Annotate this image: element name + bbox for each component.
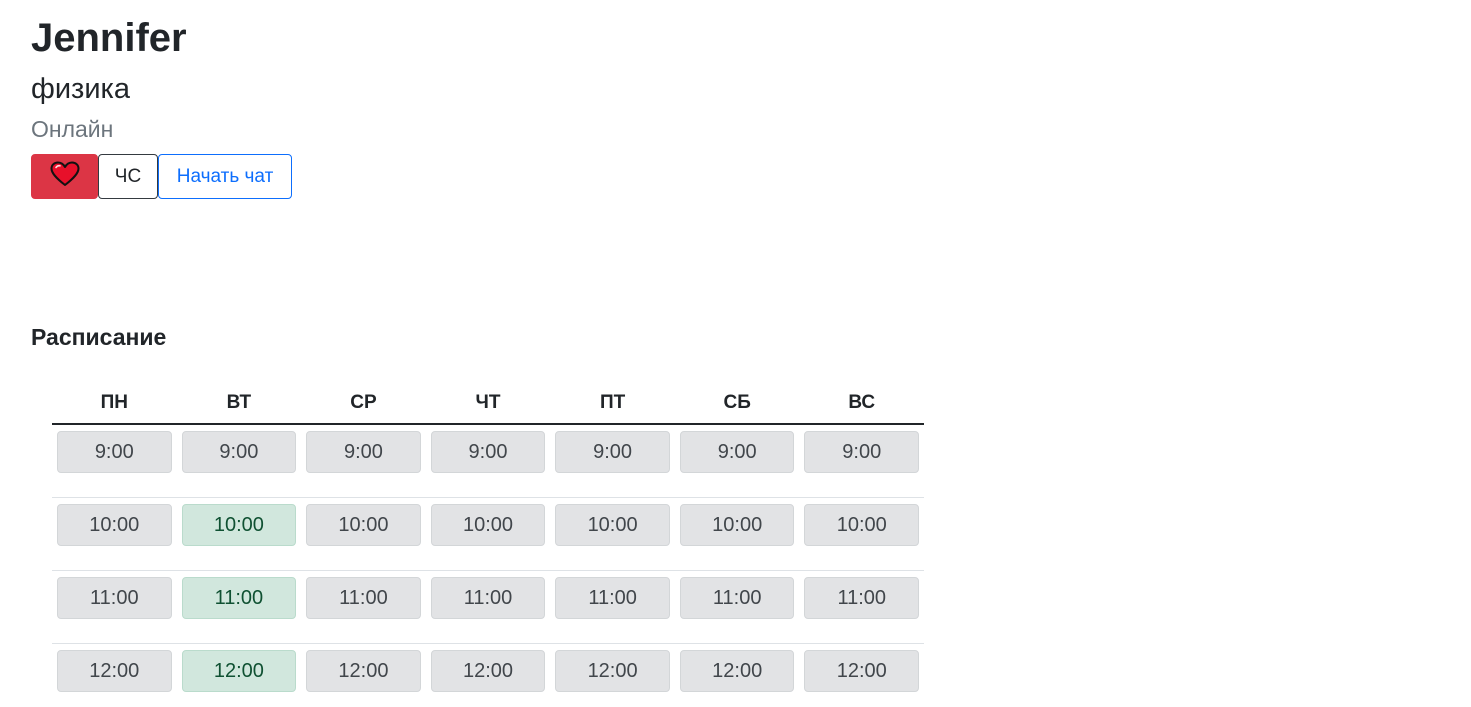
schedule-cell: 12:00 (426, 644, 551, 707)
time-slot[interactable]: 10:00 (57, 504, 172, 546)
day-header: ВС (848, 392, 876, 413)
time-slot[interactable]: 11:00 (306, 577, 421, 619)
heart-icon (50, 161, 80, 193)
time-slot[interactable]: 11:00 (430, 577, 546, 619)
time-slot[interactable]: 9:00 (306, 431, 421, 473)
schedule-cell: 10:00 (301, 498, 426, 570)
day-header: ЧТ (475, 392, 501, 413)
time-slot[interactable]: 11:00 (555, 577, 670, 619)
schedule-cell: 9:00 (426, 425, 551, 497)
schedule-cell: 11:00 (301, 571, 426, 643)
time-slot[interactable]: 9:00 (679, 431, 795, 473)
online-status: Онлайн (31, 116, 114, 142)
schedule-row: 11:00 11:00 11:00 11:00 11:00 11:00 11:00 (52, 571, 924, 644)
schedule-row: 9:00 9:00 9:00 9:00 9:00 9:00 9:00 (52, 425, 924, 498)
day-header: ПТ (599, 392, 626, 413)
time-slot-booked[interactable]: 11:00 (181, 577, 297, 619)
time-slot[interactable]: 10:00 (679, 504, 795, 546)
schedule-cell: 11:00 (177, 571, 302, 643)
time-slot[interactable]: 12:00 (555, 650, 670, 692)
profile-actions: ЧС Начать чат (31, 154, 292, 199)
schedule-cell: 12:00 (177, 644, 302, 707)
day-header: СБ (723, 392, 751, 413)
schedule-cell: 12:00 (675, 644, 800, 707)
schedule-cell: 12:00 (301, 644, 426, 707)
time-slot[interactable]: 12:00 (804, 650, 920, 692)
schedule-cell: 11:00 (426, 571, 551, 643)
like-button[interactable] (31, 154, 98, 199)
schedule-cell: 10:00 (177, 498, 302, 570)
schedule-row: 12:00 12:00 12:00 12:00 12:00 12:00 12:00 (52, 644, 924, 707)
schedule-cell: 9:00 (675, 425, 800, 497)
schedule-cell: 9:00 (301, 425, 426, 497)
time-slot[interactable]: 10:00 (430, 504, 546, 546)
day-header: ПН (100, 392, 128, 413)
time-slot[interactable]: 11:00 (57, 577, 172, 619)
start-chat-button[interactable]: Начать чат (158, 154, 292, 199)
schedule-row: 10:00 10:00 10:00 10:00 10:00 10:00 10:00 (52, 498, 924, 571)
time-slot[interactable]: 12:00 (306, 650, 421, 692)
schedule-cell: 10:00 (52, 498, 177, 570)
schedule-cell: 9:00 (177, 425, 302, 497)
schedule-header-row: ПН ВТ СР ЧТ ПТ СБ ВС (52, 388, 924, 425)
schedule-table: ПН ВТ СР ЧТ ПТ СБ ВС 9:00 9:00 9:00 9:00 9:0… (52, 388, 924, 707)
tutor-subject: физика (31, 73, 131, 105)
time-slot[interactable]: 11:00 (679, 577, 795, 619)
time-slot[interactable]: 9:00 (555, 431, 670, 473)
schedule-cell: 10:00 (426, 498, 551, 570)
day-header: СР (350, 392, 377, 413)
schedule-cell: 9:00 (799, 425, 924, 497)
schedule-cell: 10:00 (675, 498, 800, 570)
time-slot[interactable]: 12:00 (430, 650, 546, 692)
schedule-cell: 9:00 (52, 425, 177, 497)
schedule-cell: 11:00 (550, 571, 675, 643)
day-header: ВТ (226, 392, 252, 413)
schedule-cell: 12:00 (550, 644, 675, 707)
time-slot[interactable]: 11:00 (804, 577, 920, 619)
time-slot-booked[interactable]: 10:00 (181, 504, 297, 546)
schedule-cell: 12:00 (799, 644, 924, 707)
schedule-cell: 9:00 (550, 425, 675, 497)
schedule-cell: 10:00 (799, 498, 924, 570)
time-slot-booked[interactable]: 12:00 (181, 650, 297, 692)
time-slot[interactable]: 9:00 (430, 431, 546, 473)
schedule-title: Расписание (31, 324, 167, 350)
time-slot[interactable]: 12:00 (679, 650, 795, 692)
schedule-cell: 11:00 (799, 571, 924, 643)
blacklist-button[interactable]: ЧС (98, 154, 158, 199)
schedule-body: 9:00 9:00 9:00 9:00 9:00 9:00 9:00 10:00 10:00 10… (52, 425, 924, 707)
time-slot[interactable]: 12:00 (57, 650, 172, 692)
tutor-name: Jennifer (31, 16, 187, 60)
tutor-profile-page: Jennifer физика Онлайн ЧС Начать чат Рас… (0, 0, 1471, 707)
schedule-cell: 11:00 (675, 571, 800, 643)
time-slot[interactable]: 9:00 (57, 431, 172, 473)
profile-header: Jennifer физика Онлайн ЧС Начать чат (31, 14, 292, 199)
schedule-cell: 12:00 (52, 644, 177, 707)
time-slot[interactable]: 10:00 (306, 504, 421, 546)
time-slot[interactable]: 10:00 (804, 504, 920, 546)
time-slot[interactable]: 9:00 (181, 431, 297, 473)
schedule-cell: 10:00 (550, 498, 675, 570)
schedule-cell: 11:00 (52, 571, 177, 643)
time-slot[interactable]: 9:00 (804, 431, 920, 473)
time-slot[interactable]: 10:00 (555, 504, 670, 546)
